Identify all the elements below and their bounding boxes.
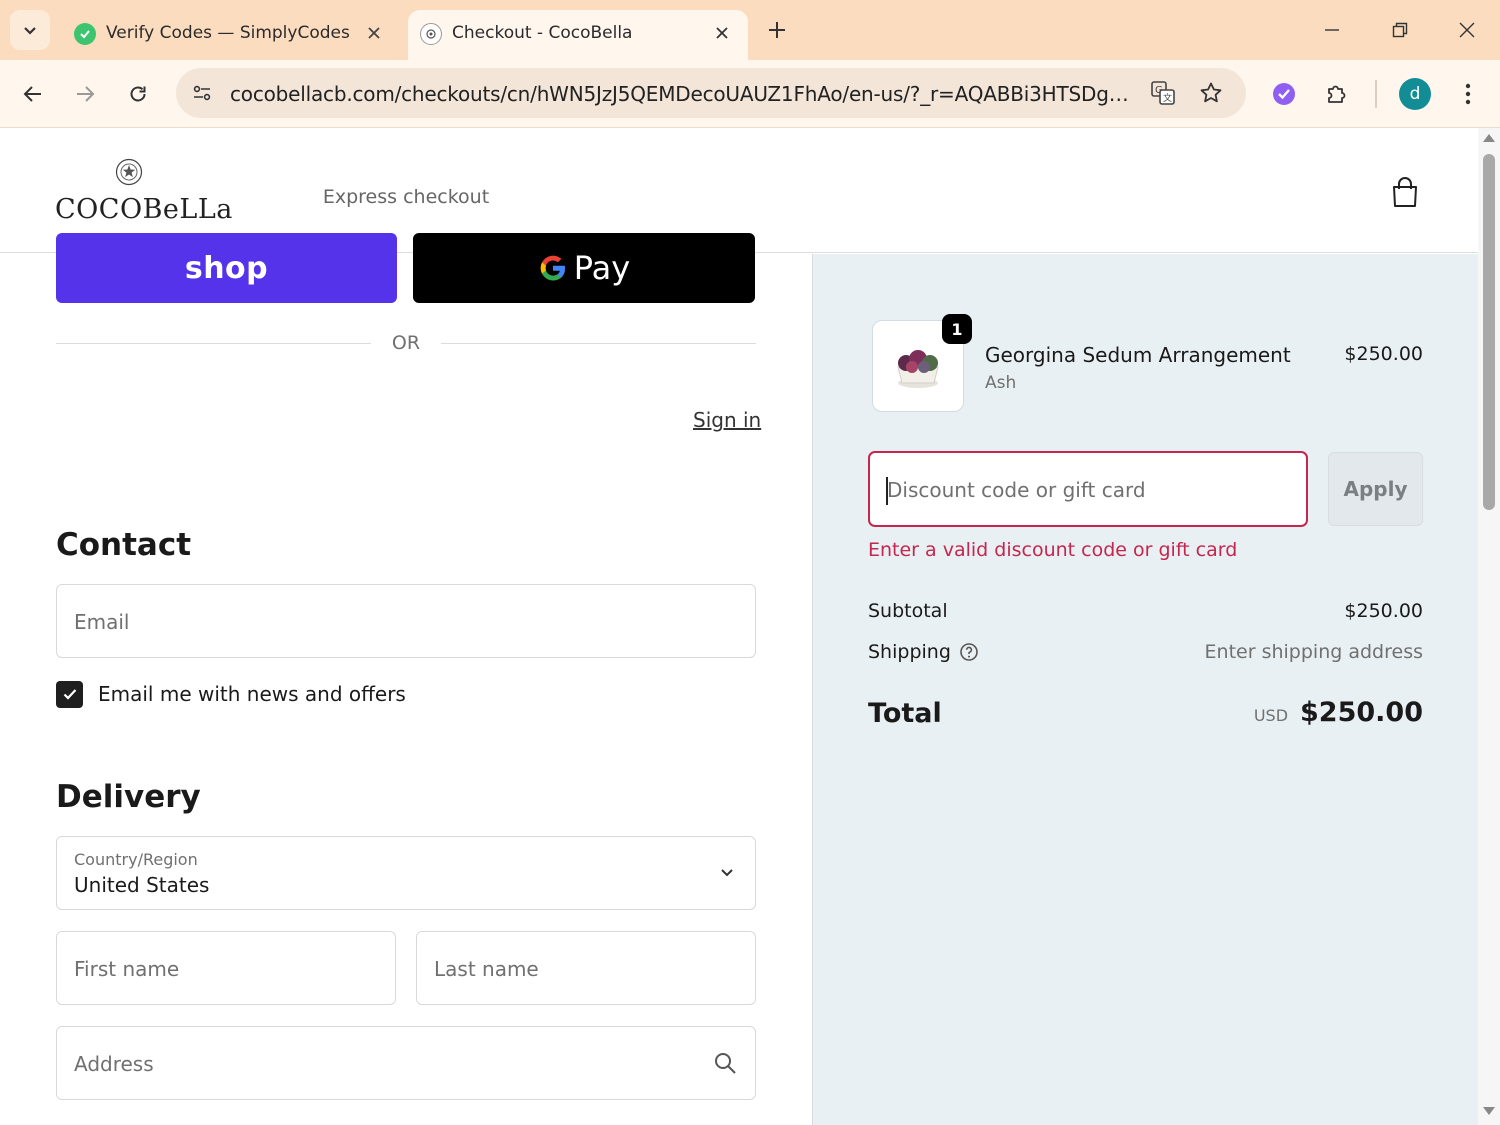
newsletter-label: Email me with news and offers [98, 682, 406, 706]
tab-title: Verify Codes — SimplyCodes [106, 23, 350, 43]
or-divider: OR [56, 332, 756, 356]
arrow-left-icon [23, 86, 41, 102]
subtotal-value: $250.00 [1344, 600, 1423, 622]
search-icon [713, 1051, 737, 1079]
last-name-placeholder: Last name [434, 957, 539, 981]
shopping-bag-icon [1393, 177, 1417, 207]
extension-simplycodes-button[interactable] [1264, 74, 1304, 114]
logo-emblem-icon [115, 158, 143, 186]
new-tab-button[interactable] [762, 15, 792, 45]
translate-icon[interactable]: G文 [1148, 78, 1178, 108]
browser-menu-button[interactable] [1448, 74, 1488, 114]
first-name-field[interactable]: First name [56, 931, 396, 1005]
toolbar-divider [1375, 80, 1377, 108]
newsletter-option[interactable]: Email me with news and offers [56, 680, 406, 708]
scrollbar-thumb[interactable] [1483, 154, 1495, 510]
close-icon [1459, 22, 1475, 38]
shipping-value: Enter shipping address [1204, 641, 1423, 663]
extension-badge-icon [1273, 83, 1295, 105]
close-icon[interactable] [710, 21, 734, 45]
total-label: Total [868, 698, 942, 729]
url-text[interactable]: cocobellacb.com/checkouts/cn/hWN5JzJ5QEM… [230, 82, 1130, 106]
subtotal-label: Subtotal [868, 600, 948, 622]
email-field[interactable]: Email [56, 584, 756, 658]
discount-input[interactable] [887, 468, 1287, 512]
site-settings-icon[interactable] [186, 77, 218, 109]
divider-line [441, 343, 756, 344]
reload-button[interactable] [118, 74, 158, 114]
address-placeholder: Address [74, 1052, 154, 1076]
subtotal-row: Subtotal $250.00 [868, 600, 1423, 626]
back-button[interactable] [13, 74, 53, 114]
bookmark-star-icon[interactable] [1196, 78, 1226, 108]
extensions-button[interactable] [1317, 74, 1357, 114]
profile-avatar[interactable]: d [1399, 78, 1431, 110]
minimize-button[interactable] [1312, 12, 1352, 48]
shop-pay-button[interactable]: shop [56, 233, 397, 303]
chevron-down-icon [24, 27, 36, 35]
or-label: OR [391, 332, 421, 354]
country-select[interactable]: Country/Region United States [56, 836, 756, 910]
scroll-up-arrow-icon[interactable] [1483, 134, 1495, 142]
divider-line [56, 343, 371, 344]
svg-text:文: 文 [1163, 92, 1172, 104]
tab-simplycodes[interactable]: Verify Codes — SimplyCodes [62, 10, 400, 60]
shipping-row: Shipping Enter shipping address [868, 641, 1423, 667]
browser-tabstrip: Verify Codes — SimplyCodes Checkout - Co… [0, 0, 1500, 60]
close-window-button[interactable] [1447, 12, 1487, 48]
scroll-down-arrow-icon[interactable] [1483, 1107, 1495, 1115]
chevron-down-icon [719, 864, 735, 884]
google-g-icon [538, 253, 568, 283]
cocobella-favicon-icon [420, 23, 442, 45]
email-placeholder: Email [74, 610, 130, 634]
help-circle-icon[interactable] [959, 642, 979, 662]
discount-error-message: Enter a valid discount code or gift card [868, 539, 1238, 561]
product-name: Georgina Sedum Arrangement [985, 343, 1291, 367]
google-pay-label: Pay [573, 249, 631, 287]
sign-in-link[interactable]: Sign in [693, 408, 761, 432]
puzzle-piece-icon [1328, 85, 1346, 103]
total-value: $250.00 [1300, 697, 1423, 728]
minimize-icon [1325, 29, 1339, 31]
total-amount: USD $250.00 [1254, 697, 1423, 728]
contact-heading: Contact [56, 527, 192, 563]
last-name-field[interactable]: Last name [416, 931, 756, 1005]
total-currency: USD [1253, 706, 1289, 725]
apply-discount-button[interactable]: Apply [1328, 452, 1423, 526]
arrow-right-icon [77, 86, 95, 102]
shop-pay-label: shop [184, 250, 269, 286]
forward-button[interactable] [65, 74, 105, 114]
page-scrollbar[interactable] [1478, 128, 1500, 1125]
shipping-label-group: Shipping [868, 641, 979, 663]
more-vertical-icon [1465, 83, 1471, 105]
browser-toolbar: cocobellacb.com/checkouts/cn/hWN5JzJ5QEM… [0, 60, 1500, 128]
google-pay-button[interactable]: Pay [413, 233, 755, 303]
country-label: Country/Region [74, 850, 198, 869]
address-field[interactable]: Address [56, 1026, 756, 1100]
first-name-placeholder: First name [74, 957, 180, 981]
country-value: United States [74, 873, 210, 897]
delivery-heading: Delivery [56, 779, 201, 815]
plus-icon [769, 22, 785, 38]
product-price: $250.00 [1344, 343, 1423, 365]
product-variant: Ash [985, 373, 1017, 393]
newsletter-checkbox[interactable] [56, 680, 83, 708]
restore-button[interactable] [1380, 12, 1420, 48]
restore-icon [1392, 22, 1408, 38]
quantity-badge: 1 [942, 314, 972, 344]
express-checkout-label: Express checkout [322, 186, 490, 208]
shipping-label: Shipping [868, 641, 951, 663]
tab-search-button[interactable] [10, 10, 50, 50]
tab-cocobella[interactable]: Checkout - CocoBella [408, 10, 748, 60]
close-icon[interactable] [362, 21, 386, 45]
simplycodes-favicon-icon [74, 23, 96, 45]
discount-field[interactable] [868, 451, 1308, 527]
flower-arrangement-image [897, 350, 939, 388]
cart-button[interactable] [1386, 172, 1424, 212]
reload-icon [130, 86, 146, 102]
address-bar[interactable]: cocobellacb.com/checkouts/cn/hWN5JzJ5QEM… [176, 68, 1246, 118]
checkmark-icon [63, 689, 76, 700]
tab-title: Checkout - CocoBella [452, 23, 633, 43]
